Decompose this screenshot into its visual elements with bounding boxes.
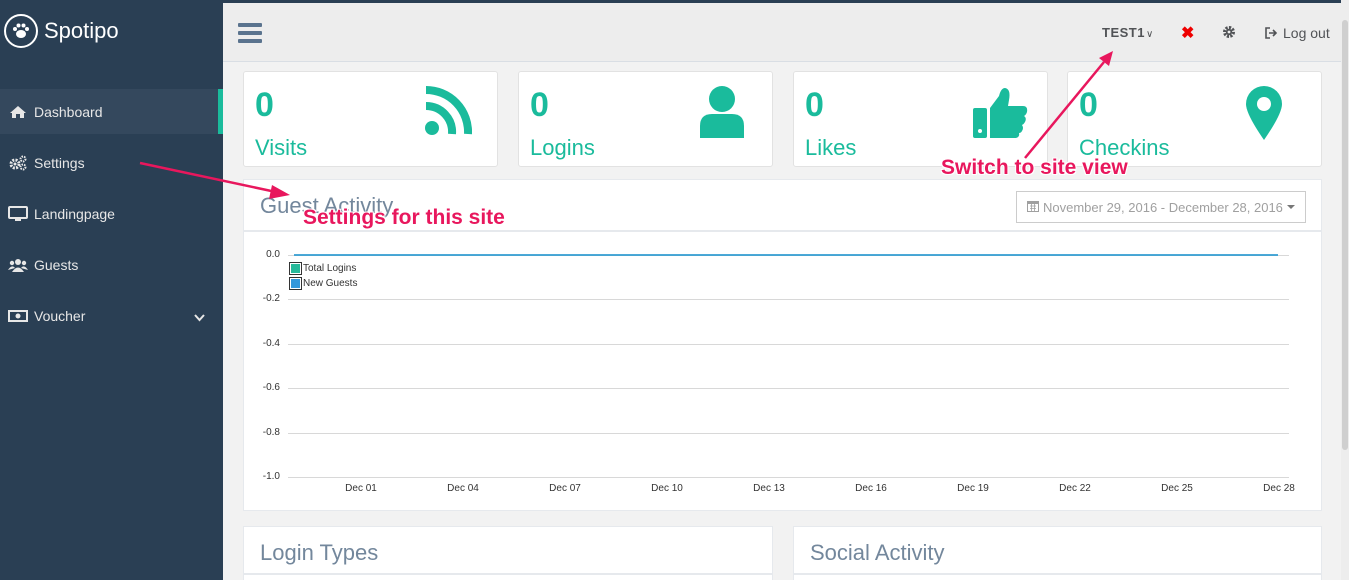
panel-title: Login Types (260, 540, 379, 565)
legend-color (291, 279, 300, 288)
panel-title: Social Activity (810, 540, 945, 565)
legend-color (291, 264, 300, 273)
chart-series-layer (294, 254, 1278, 256)
legend-swatch (289, 277, 302, 290)
legend-swatch (289, 262, 302, 275)
legend-label: New Guests (303, 278, 358, 289)
login-types-panel: Login Types (243, 526, 773, 580)
social-activity-panel: Social Activity (793, 526, 1322, 580)
panel-divider (244, 573, 772, 575)
annotation-switch-note: Switch to site view (941, 156, 1128, 179)
annotation-settings-note: Settings for this site (303, 206, 505, 229)
legend-label: Total Logins (303, 263, 357, 274)
legend-item-new-guests: New Guests (289, 276, 357, 291)
chart-legend: Total Logins New Guests (289, 261, 357, 291)
legend-item-total-logins: Total Logins (289, 261, 357, 276)
panel-divider (794, 573, 1321, 575)
